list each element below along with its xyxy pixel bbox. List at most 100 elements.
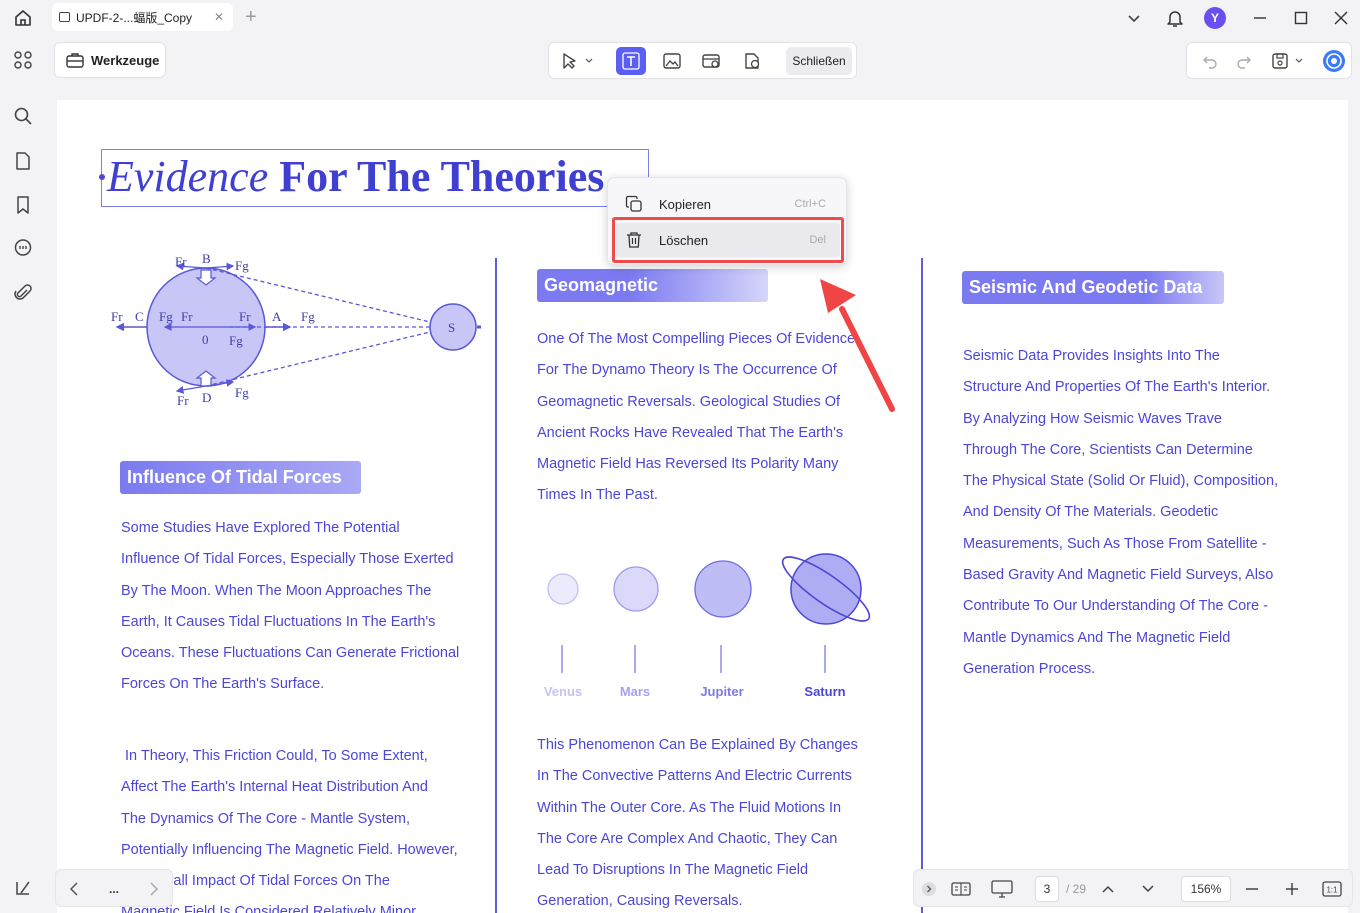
zoom-in-icon[interactable] [1281,876,1303,902]
menu-item-shortcut: Ctrl+C [794,198,826,210]
diagram-label: Fg [301,309,315,324]
thumbnails-grid-icon[interactable] [11,48,35,72]
text-line: In The Convective Patterns And Electric … [537,768,852,785]
redo-icon[interactable] [1229,47,1259,75]
text-line: Earth, It Causes Tidal Fluctuations In T… [121,613,436,630]
menu-item-copy[interactable]: Kopieren Ctrl+C [616,187,840,221]
save-menu-icon[interactable] [1269,47,1309,75]
text-line: The Core Are Complex And Chaotic, They C… [537,830,838,847]
text-line: One Of The Most Compelling Pieces Of Evi… [537,331,856,347]
next-arrow-icon[interactable] [142,876,166,902]
comments-icon[interactable] [11,236,35,260]
text-line: This Phenomenon Can Be Explained By Chan… [537,737,858,753]
page-number-input[interactable]: 3 [1035,876,1059,902]
text-line: Lead To Disruptions In The Magnetic Fiel… [537,862,809,879]
text-line: By The Moon. When The Moon Approaches Th… [121,582,432,599]
diagram-label: Fr [181,309,193,324]
tab-title: UPDF-2-...蝠版_Copy [76,10,193,25]
title-bar: UPDF-2-...蝠版_Copy ✕ + Y [0,0,1360,36]
seismic-heading: Seismic And Geodetic Data [962,271,1224,304]
collapse-bar-icon[interactable] [920,876,938,902]
text-line: In Theory, This Friction Could, To Some … [121,748,428,764]
document-icon [59,12,70,22]
watermark-tool-button[interactable] [737,47,767,75]
text-line: Structure And Properties Of The Earth's … [963,379,1271,396]
diagram-label: Fr [239,309,251,324]
edit-toolbar: Schließen [548,42,857,79]
presentation-icon[interactable] [988,876,1016,902]
link-tool-button[interactable] [697,47,727,75]
planet-label-mars: Mars [619,684,651,699]
text-line: Through The Core, Scientists Can Determi… [963,441,1253,458]
planets-illustration [547,553,871,673]
page-layout-icon[interactable] [948,876,974,902]
copy-icon [624,194,644,214]
text-line: Generation Process. [963,660,1096,677]
zoom-out-icon[interactable] [1241,876,1263,902]
geomagnetic-paragraph-2: This Phenomenon Can Be Explained By Chan… [537,730,858,913]
attachment-icon[interactable] [11,281,35,305]
text-line: Mantle Dynamics And The Magnetic Field [963,629,1231,646]
text-line: For The Dynamo Theory Is The Occurrence … [537,362,837,379]
toolbox-icon [66,53,84,68]
seismic-paragraph: Seismic Data Provides Insights Into The … [963,341,1278,685]
close-edit-button[interactable]: Schließen [786,47,852,75]
pages-icon[interactable] [11,149,35,173]
text-line: The Dynamics Of The Core - Mantle System… [121,810,411,827]
add-tab-button[interactable]: + [245,5,257,29]
select-tool-button[interactable] [555,47,599,75]
selected-title-textbox[interactable]: Evidence For The Theories [99,149,649,207]
diagram-label: D [202,390,211,405]
diagram-label: S [448,320,455,335]
geomagnetic-paragraph-1: One Of The Most Compelling Pieces Of Evi… [537,324,855,512]
diagram-label: A [272,309,282,324]
tools-button[interactable]: Werkzeuge [54,42,166,78]
minimize-button[interactable] [1246,4,1274,32]
maximize-button[interactable] [1287,4,1315,32]
text-line: Ancient Rocks Have Revealed That The Ear… [537,424,844,441]
image-tool-button[interactable] [657,47,687,75]
ai-assistant-icon[interactable] [1319,47,1349,75]
diagram-label: Fg [235,258,249,273]
close-window-button[interactable] [1327,4,1355,32]
layers-icon[interactable] [11,876,35,900]
text-line: Forces On The Earth's Surface. [121,676,325,693]
undo-icon[interactable] [1195,47,1225,75]
tidal-forces-heading: Influence Of Tidal Forces [120,461,361,494]
more-options-button[interactable]: ... [100,876,128,902]
diagram-label: Fg [229,333,243,348]
search-icon[interactable] [11,104,35,128]
diagram-label: Fg [159,309,173,324]
diagram-label: Fr [111,309,123,324]
text-line: Based Gravity And Magnetic Field Surveys… [963,567,1274,584]
highlight-box [612,217,844,263]
view-status-bar: 3 / 29 156% 1:1 [913,869,1353,907]
text-line: Seismic Data Provides Insights Into The [963,348,1220,364]
notification-bell-icon[interactable] [1160,4,1190,32]
tools-label: Werkzeuge [91,52,160,68]
text-line: Some Studies Have Explored The Potential [121,520,400,536]
total-pages: / 29 [1065,882,1086,896]
text-line: Oceans. These Fluctuations Can Generate … [121,645,460,662]
actual-size-icon[interactable]: 1:1 [1319,876,1345,902]
annotation-arrow [820,279,895,412]
document-tab[interactable]: UPDF-2-...蝠版_Copy ✕ [52,3,233,31]
previous-arrow-icon[interactable] [62,876,86,902]
diagram-label: B [202,251,211,266]
avatar-initial: Y [1204,7,1226,29]
text-line: Affect The Earth's Internal Heat Distrib… [121,779,428,796]
page-up-icon[interactable] [1097,876,1119,902]
title-bold-part: For The Theories [279,152,605,201]
home-icon[interactable] [8,4,38,32]
zoom-level-field[interactable]: 156% [1181,876,1231,902]
diagram-label: Fr [177,393,189,408]
page-down-icon[interactable] [1137,876,1159,902]
user-avatar[interactable]: Y [1200,4,1230,32]
close-tab-icon[interactable]: ✕ [214,10,224,24]
text-edit-tool-button[interactable] [616,47,646,75]
bookmark-icon[interactable] [11,193,35,217]
text-line: Potentially Influencing The Magnetic Fie… [121,841,458,858]
history-toolbar [1186,42,1352,79]
selection-handle[interactable] [99,174,105,180]
tabs-dropdown-icon[interactable] [1120,4,1148,32]
